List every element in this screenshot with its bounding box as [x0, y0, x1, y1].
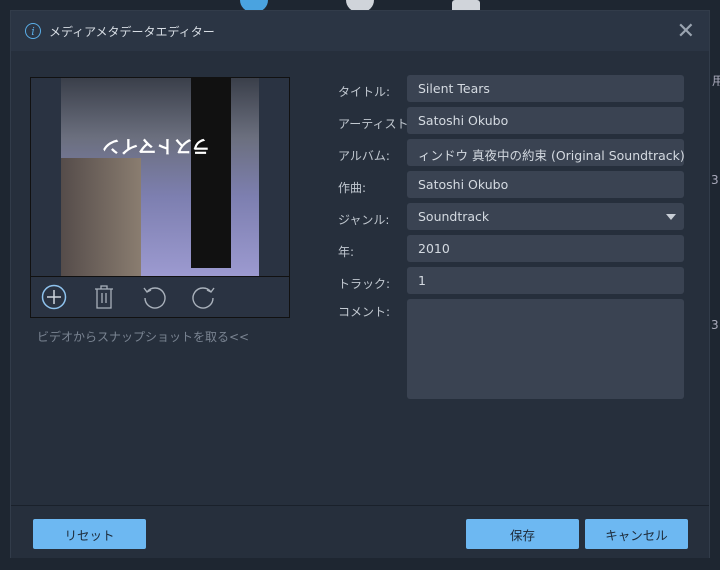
track-input[interactable]: 1: [407, 267, 684, 294]
title-bar: i メディアメタデータエディター ✕: [11, 11, 709, 51]
artist-label: アーティスト:: [338, 117, 413, 131]
artist-input[interactable]: Satoshi Okubo: [407, 107, 684, 134]
genre-select[interactable]: Soundtrack: [407, 203, 684, 230]
artwork-toolbar: [31, 276, 289, 317]
add-icon[interactable]: [41, 284, 67, 310]
year-input[interactable]: 2010: [407, 235, 684, 262]
rotate-left-icon[interactable]: [141, 284, 167, 310]
info-icon: i: [25, 23, 41, 39]
dialog-footer: リセット 保存 キャンセル: [11, 505, 709, 558]
genre-label: ジャンル:: [338, 213, 390, 227]
dialog-title: メディアメタデータエディター: [49, 24, 215, 39]
cover-text: ラストマイン: [102, 135, 210, 156]
comment-textarea[interactable]: [407, 299, 684, 399]
close-icon[interactable]: ✕: [677, 19, 695, 44]
year-label: 年:: [338, 245, 355, 259]
rotate-right-icon[interactable]: [191, 284, 217, 310]
reset-button[interactable]: リセット: [33, 519, 146, 549]
bg-fragment: 用: [712, 74, 720, 88]
artwork-panel: ラストマイン: [30, 77, 290, 318]
album-label: アルバム:: [338, 149, 390, 163]
composer-input[interactable]: Satoshi Okubo: [407, 171, 684, 198]
chevron-down-icon: [666, 214, 676, 220]
snapshot-from-video-link[interactable]: ビデオからスナップショットを取る<<: [37, 328, 249, 345]
save-button[interactable]: 保存: [466, 519, 579, 549]
album-input[interactable]: ィンドウ 真夜中の約束 (Original Soundtrack): [407, 139, 684, 166]
genre-value: Soundtrack: [418, 209, 490, 224]
bg-fragment: 3:: [711, 318, 720, 332]
bg-fragment: 3:: [711, 173, 720, 187]
track-label: トラック:: [338, 277, 391, 291]
album-cover: ラストマイン: [61, 78, 259, 276]
title-input[interactable]: Silent Tears: [407, 75, 684, 102]
composer-label: 作曲:: [338, 181, 367, 195]
cancel-button[interactable]: キャンセル: [585, 519, 688, 549]
trash-icon[interactable]: [91, 284, 117, 310]
comment-label: コメント:: [338, 305, 391, 319]
metadata-editor-dialog: i メディアメタデータエディター ✕ ラストマイン ビデオからスナップショットを…: [10, 10, 710, 558]
title-label: タイトル:: [338, 85, 391, 99]
